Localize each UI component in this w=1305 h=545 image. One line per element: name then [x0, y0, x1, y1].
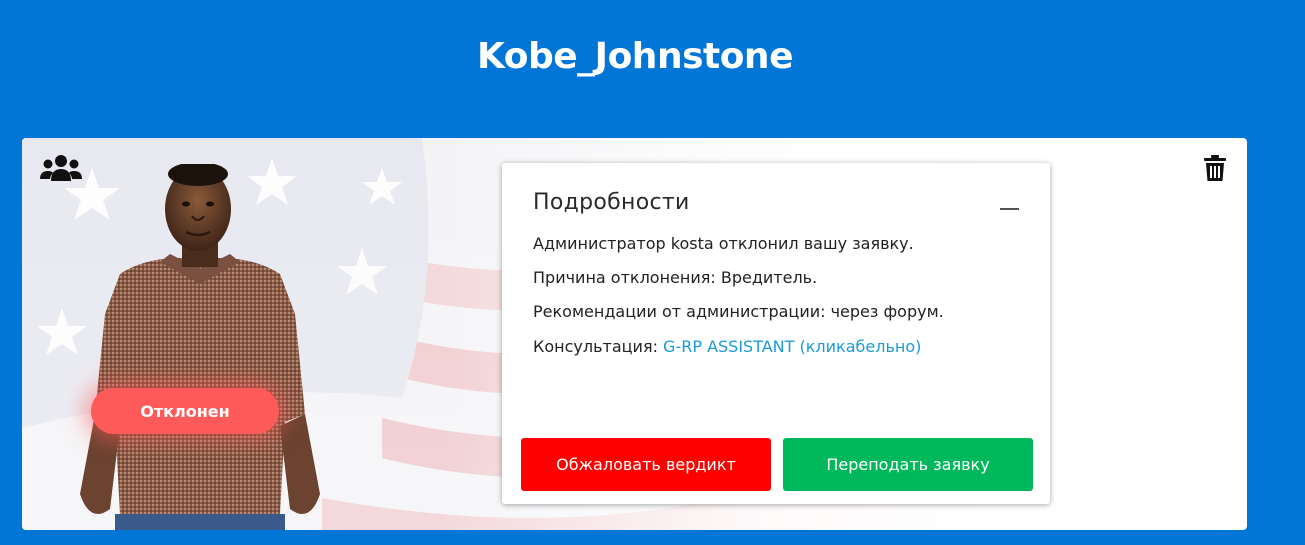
detail-recommendations: Рекомендации от администрации: через фор… — [533, 302, 944, 321]
details-panel: Подробности Администратор kosta отклонил… — [502, 163, 1050, 504]
appeal-verdict-button[interactable]: Обжаловать вердикт — [521, 438, 771, 491]
status-badge: Отклонен — [91, 388, 279, 434]
detail-admin-decision: Администратор kosta отклонил вашу заявку… — [533, 234, 914, 253]
resubmit-application-button[interactable]: Переподать заявку — [783, 438, 1033, 491]
details-title: Подробности — [533, 190, 690, 215]
minus-icon[interactable] — [1000, 203, 1020, 217]
detail-rejection-reason: Причина отклонения: Вредитель. — [533, 268, 818, 287]
detail-consultation: Консультация: G-RP ASSISTANT (кликабельн… — [533, 337, 921, 356]
page-title: Kobe_Johnstone — [477, 36, 793, 77]
application-card: Отклонен Подробности Администратор kosta… — [22, 138, 1247, 530]
character-skin-image — [80, 162, 320, 530]
consultation-label: Консультация: — [533, 337, 664, 356]
consultation-link[interactable]: G-RP ASSISTANT (кликабельно) — [663, 337, 921, 356]
trash-icon[interactable] — [1204, 155, 1226, 181]
users-group-icon[interactable] — [40, 154, 82, 182]
